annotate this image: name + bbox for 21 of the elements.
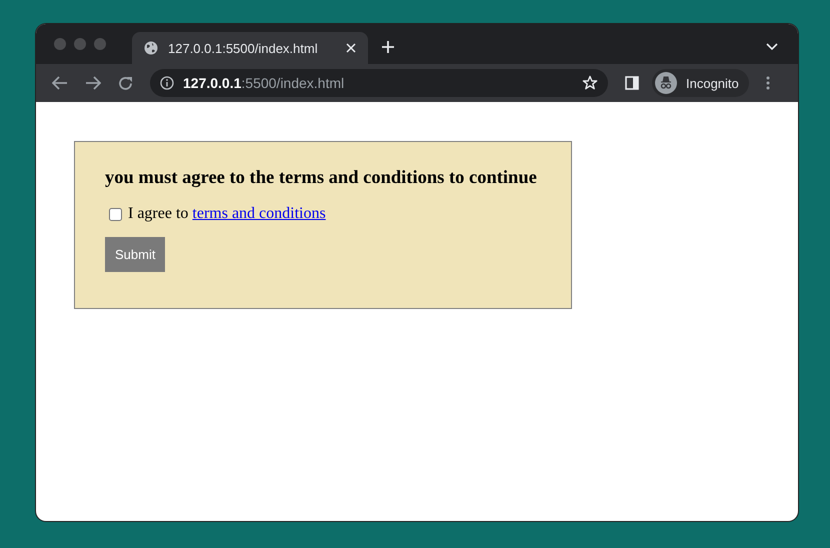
star-icon[interactable] [582,75,598,91]
menu-icon[interactable] [766,76,770,90]
form-heading: you must agree to the terms and conditions to continue [105,168,538,189]
url-host: 127.0.0.1 [183,75,242,91]
agree-label: I agree to terms and conditions [128,205,326,223]
forward-icon[interactable] [85,76,101,90]
terms-link[interactable]: terms and conditions [192,205,326,222]
browser-tab[interactable]: 127.0.0.1:5500/index.html [132,32,368,64]
url-path: :5500/index.html [241,75,344,91]
reload-icon[interactable] [118,76,133,90]
info-icon [160,76,174,90]
agree-checkbox[interactable] [109,208,122,220]
chevron-down-icon[interactable] [766,43,778,51]
new-tab-icon[interactable] [382,41,394,53]
globe-icon [144,41,158,55]
side-panel-icon[interactable] [625,76,639,90]
address-bar[interactable]: 127.0.0.1:5500/index.html [150,69,608,97]
back-icon[interactable] [52,76,68,90]
close-icon[interactable] [346,43,356,53]
profile-button[interactable]: Incognito [652,69,749,97]
incognito-icon [655,72,677,94]
